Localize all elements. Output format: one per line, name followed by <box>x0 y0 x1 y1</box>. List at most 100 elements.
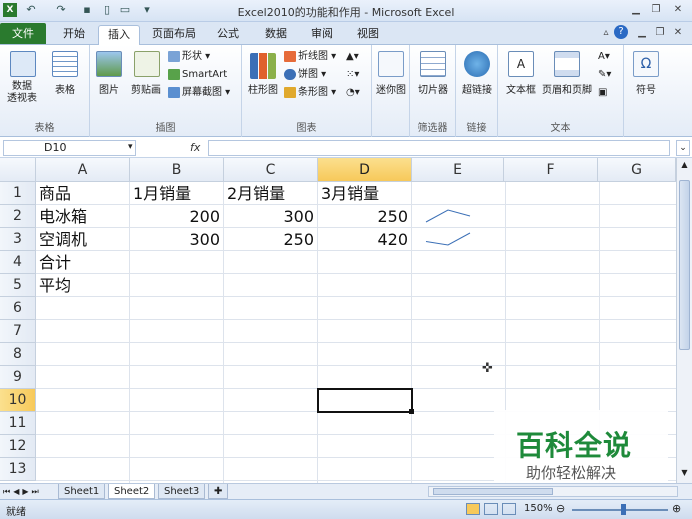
horizontal-scrollbar[interactable] <box>428 486 678 497</box>
object-icon[interactable]: ▣ <box>598 85 607 101</box>
formula-input[interactable] <box>208 140 670 156</box>
other-charts-icon[interactable]: ◔▾ <box>346 85 360 101</box>
slicer-button[interactable]: 切片器 <box>412 81 454 96</box>
row-header[interactable]: 6 <box>0 297 36 320</box>
scatter-chart-icon[interactable]: ⁙▾ <box>346 67 359 83</box>
zoom-in-icon[interactable]: ⊕ <box>672 502 681 515</box>
sheet-nav-icon[interactable]: ⏮◀▶⏭ <box>3 484 42 499</box>
tab-review[interactable]: 审阅 <box>304 25 340 45</box>
hyperlink-icon[interactable] <box>464 51 490 77</box>
pivot-table-icon[interactable] <box>10 51 36 77</box>
row-header[interactable]: 1 <box>0 182 36 205</box>
cell-c1[interactable]: 2月销量 <box>224 182 318 205</box>
area-chart-icon[interactable]: ▲▾ <box>346 49 359 65</box>
row-header[interactable]: 2 <box>0 205 36 228</box>
tab-file[interactable]: 文件 <box>0 23 46 44</box>
row-header[interactable]: 7 <box>0 320 36 343</box>
tab-home[interactable]: 开始 <box>56 25 92 45</box>
row-header[interactable]: 10 <box>0 389 36 412</box>
row-header[interactable]: 9 <box>0 366 36 389</box>
cell-a2[interactable]: 电冰箱 <box>36 205 130 228</box>
row-header[interactable]: 3 <box>0 228 36 251</box>
table-button[interactable]: 表格 <box>48 81 82 96</box>
help-icon[interactable]: ? <box>614 25 628 39</box>
column-header[interactable]: A <box>36 158 130 182</box>
table-icon[interactable] <box>52 51 78 77</box>
screenshot-button[interactable]: 屏幕截图 ▾ <box>168 85 230 101</box>
row-header[interactable]: 13 <box>0 458 36 481</box>
symbol-button[interactable]: 符号 <box>624 81 668 96</box>
tab-page-layout[interactable]: 页面布局 <box>146 25 202 45</box>
tab-view[interactable]: 视图 <box>350 25 386 45</box>
column-header[interactable]: F <box>504 158 598 182</box>
close-button[interactable]: ✕ <box>670 3 686 17</box>
sheet-tab-sheet1[interactable]: Sheet1 <box>58 484 106 499</box>
cell-d1[interactable]: 3月销量 <box>318 182 412 205</box>
restore-button[interactable]: ❐ <box>648 3 664 17</box>
smartart-button[interactable]: SmartArt <box>168 67 227 83</box>
column-chart-icon[interactable] <box>250 53 276 79</box>
column-header[interactable]: B <box>130 158 224 182</box>
row-header[interactable]: 8 <box>0 343 36 366</box>
cell-a4[interactable]: 合计 <box>36 251 130 274</box>
clipart-icon[interactable] <box>134 51 160 77</box>
cell-a1[interactable]: 商品 <box>36 182 130 205</box>
column-header[interactable]: G <box>598 158 676 182</box>
row-header[interactable]: 12 <box>0 435 36 458</box>
slicer-icon[interactable] <box>420 51 446 77</box>
picture-icon[interactable] <box>96 51 122 77</box>
line-chart-button[interactable]: 折线图 ▾ <box>284 49 336 65</box>
pie-chart-button[interactable]: 饼图 ▾ <box>284 67 326 83</box>
cell-a5[interactable]: 平均 <box>36 274 130 297</box>
column-chart-button[interactable]: 柱形图 <box>244 81 282 96</box>
minimize-button[interactable]: ▁ <box>628 3 644 17</box>
select-all-corner[interactable] <box>0 158 36 182</box>
sparkline-row3[interactable] <box>425 232 471 246</box>
sheet-tab-sheet2[interactable]: Sheet2 <box>108 484 156 499</box>
sparkline-icon[interactable] <box>378 51 404 77</box>
header-footer-button[interactable]: 页眉和页脚 <box>538 81 596 96</box>
column-header[interactable]: D <box>318 158 412 182</box>
fill-handle[interactable] <box>409 409 414 414</box>
wordart-icon[interactable]: A▾ <box>598 49 610 65</box>
tab-insert[interactable]: 插入 <box>98 25 140 45</box>
insert-function-icon[interactable]: fx <box>190 141 200 154</box>
cell-b1[interactable]: 1月销量 <box>130 182 224 205</box>
insert-sheet-icon[interactable]: ✚ <box>208 484 228 499</box>
row-header[interactable]: 5 <box>0 274 36 297</box>
pivot-table-button[interactable]: 数据 透视表 <box>2 81 42 105</box>
zoom-slider[interactable] <box>572 509 668 511</box>
cell-b2[interactable]: 200 <box>130 205 224 228</box>
signature-line-icon[interactable]: ✎▾ <box>598 67 611 83</box>
cell-b3[interactable]: 300 <box>130 228 224 251</box>
scroll-down-icon[interactable]: ▼ <box>679 468 690 479</box>
shapes-button[interactable]: 形状 ▾ <box>168 49 210 65</box>
vertical-scrollbar[interactable]: ▲ ▼ <box>676 158 692 483</box>
cell-c3[interactable]: 250 <box>224 228 318 251</box>
cell-a3[interactable]: 空调机 <box>36 228 130 251</box>
sparkline-cells[interactable] <box>412 205 504 251</box>
tab-formulas[interactable]: 公式 <box>210 25 246 45</box>
textbox-icon[interactable]: A <box>508 51 534 77</box>
clipart-button[interactable]: 剪贴画 <box>126 81 166 96</box>
h-scroll-thumb[interactable] <box>433 488 553 495</box>
row-header[interactable]: 4 <box>0 251 36 274</box>
tab-data[interactable]: 数据 <box>258 25 294 45</box>
hyperlink-button[interactable]: 超链接 <box>456 81 498 96</box>
cell-c2[interactable]: 300 <box>224 205 318 228</box>
doc-close-button[interactable]: ✕ <box>670 26 686 40</box>
normal-view-icon[interactable] <box>466 503 480 515</box>
column-header[interactable]: C <box>224 158 318 182</box>
selected-cell-d10[interactable] <box>317 388 413 413</box>
sparkline-button[interactable]: 迷你图 <box>372 81 410 96</box>
page-break-view-icon[interactable] <box>502 503 516 515</box>
zoom-level[interactable]: 150% <box>524 503 553 514</box>
doc-restore-button[interactable]: ❐ <box>652 26 668 40</box>
zoom-out-icon[interactable]: ⊖ <box>556 502 565 515</box>
name-box-dropdown-icon[interactable]: ▾ <box>128 142 133 152</box>
omega-icon[interactable]: Ω <box>633 51 659 77</box>
bar-chart-button[interactable]: 条形图 ▾ <box>284 85 336 101</box>
cell-d2[interactable]: 250 <box>318 205 412 228</box>
header-footer-icon[interactable] <box>554 51 580 77</box>
name-box[interactable]: D10 <box>3 140 136 156</box>
